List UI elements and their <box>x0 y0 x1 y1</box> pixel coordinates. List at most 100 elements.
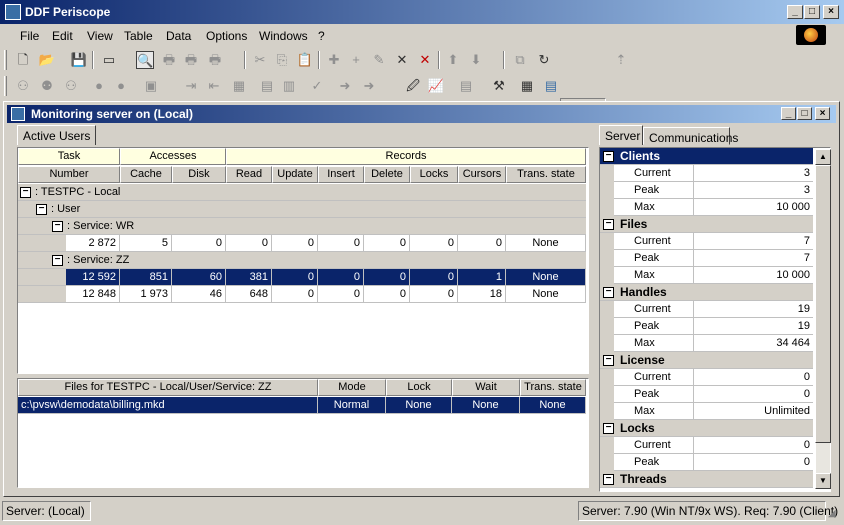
collapse-icon[interactable]: − <box>603 219 614 230</box>
window-icon[interactable]: ▭ <box>100 51 118 69</box>
properties-scrollbar[interactable]: ▲ ▼ <box>815 149 831 489</box>
property-value[interactable]: 7 <box>694 233 813 250</box>
cell-insert[interactable]: 0 <box>318 269 364 286</box>
collapse-icon[interactable]: − <box>603 287 614 298</box>
refresh-icon[interactable]: ↻ <box>535 51 553 69</box>
cell-locks[interactable]: 0 <box>410 235 458 252</box>
col-lock[interactable]: Lock <box>386 379 452 396</box>
menu-help[interactable]: ? <box>318 29 325 43</box>
cell-number[interactable]: 2 872 <box>66 235 120 252</box>
goto-icon[interactable]: ⇡ <box>612 51 630 69</box>
property-value[interactable]: 3 <box>694 182 813 199</box>
cell-delete[interactable]: 0 <box>364 269 410 286</box>
col-wait[interactable]: Wait <box>452 379 520 396</box>
cell-cursors[interactable]: 1 <box>458 269 506 286</box>
col-update[interactable]: Update <box>272 166 318 183</box>
forward-icon[interactable]: ➜ <box>336 77 354 95</box>
col-cursors[interactable]: Cursors <box>458 166 506 183</box>
cell-cache[interactable]: 1 973 <box>120 286 172 303</box>
move-up-icon[interactable]: ⬆ <box>444 51 462 69</box>
minimize-button[interactable]: _ <box>787 5 803 19</box>
col-read[interactable]: Read <box>226 166 272 183</box>
report-icon[interactable]: ▤ <box>457 77 475 95</box>
child-minimize-button[interactable]: _ <box>781 107 796 120</box>
col-number[interactable]: Number <box>18 166 120 183</box>
collapse-icon[interactable]: − <box>603 355 614 366</box>
tab-communications[interactable]: Communications <box>643 127 738 145</box>
property-value[interactable]: 19 <box>694 318 813 335</box>
cell-cursors[interactable]: 0 <box>458 235 506 252</box>
person-remove-icon[interactable]: ● <box>112 77 130 95</box>
property-value[interactable]: 19 <box>694 301 813 318</box>
section-handles[interactable]: − Handles <box>600 284 813 301</box>
edit-record-icon[interactable]: ✎ <box>370 51 388 69</box>
layout-icon[interactable]: ▤ <box>542 77 560 95</box>
tree-node-user[interactable]: − : User <box>18 201 586 218</box>
col-files-trans-state[interactable]: Trans. state <box>520 379 586 396</box>
property-value[interactable]: Unlimited <box>694 403 813 420</box>
cell-locks[interactable]: 0 <box>410 269 458 286</box>
col-cache[interactable]: Cache <box>120 166 172 183</box>
print-all-icon[interactable]: 🖶 <box>206 51 224 69</box>
server-icon[interactable]: ▣ <box>142 77 160 95</box>
col-mode[interactable]: Mode <box>318 379 386 396</box>
add-record-icon[interactable]: ✚ <box>325 51 343 69</box>
cell-number[interactable]: 12 592 <box>66 269 120 286</box>
cell-insert[interactable]: 0 <box>318 235 364 252</box>
section-locks[interactable]: − Locks <box>600 420 813 437</box>
scroll-up-icon[interactable]: ▲ <box>815 149 831 165</box>
paste-icon[interactable]: 📋 <box>296 51 314 69</box>
group-icon[interactable]: ⚉ <box>38 77 56 95</box>
cell-update[interactable]: 0 <box>272 286 318 303</box>
cell-wait[interactable]: None <box>452 397 520 414</box>
cell-read[interactable]: 648 <box>226 286 272 303</box>
property-value[interactable]: 0 <box>694 386 813 403</box>
cell-cache[interactable]: 851 <box>120 269 172 286</box>
cell-update[interactable]: 0 <box>272 269 318 286</box>
property-value[interactable]: 0 <box>694 369 813 386</box>
section-files[interactable]: − Files <box>600 216 813 233</box>
section-license[interactable]: − License <box>600 352 813 369</box>
filter-icon[interactable]: ▦ <box>230 77 248 95</box>
collapse-icon[interactable]: − <box>36 204 47 215</box>
tools-icon[interactable]: ⚒ <box>490 77 508 95</box>
check-icon[interactable]: ✓ <box>308 77 326 95</box>
menu-file[interactable]: File <box>20 29 39 43</box>
properties-icon[interactable]: ▦ <box>518 77 536 95</box>
cell-cursors[interactable]: 18 <box>458 286 506 303</box>
cell-locks[interactable]: 0 <box>410 286 458 303</box>
collapse-icon[interactable]: − <box>20 187 31 198</box>
scroll-down-icon[interactable]: ▼ <box>815 473 831 489</box>
col-disk[interactable]: Disk <box>172 166 226 183</box>
cell-insert[interactable]: 0 <box>318 286 364 303</box>
collapse-icon[interactable]: − <box>52 255 63 266</box>
cell-cache[interactable]: 5 <box>120 235 172 252</box>
cell-delete[interactable]: 0 <box>364 235 410 252</box>
menu-edit[interactable]: Edit <box>52 29 73 43</box>
collapse-icon[interactable]: − <box>52 221 63 232</box>
property-value[interactable]: 0 <box>694 454 813 471</box>
close-button[interactable]: × <box>823 5 839 19</box>
forward-list-icon[interactable]: ➜ <box>360 77 378 95</box>
print-preview-icon[interactable]: 🔍 <box>136 51 154 69</box>
delete-all-icon[interactable]: ✕ <box>416 51 434 69</box>
col-delete[interactable]: Delete <box>364 166 410 183</box>
duplicate-icon[interactable]: ⧉ <box>511 51 529 69</box>
col-insert[interactable]: Insert <box>318 166 364 183</box>
import-icon[interactable]: ⇥ <box>182 77 200 95</box>
print-setup-icon[interactable]: 🖶 <box>182 51 200 69</box>
tree-node-service-zz[interactable]: − : Service: ZZ <box>18 252 586 269</box>
cell-file-trans-state[interactable]: None <box>520 397 586 414</box>
insert-record-icon[interactable]: + <box>347 51 365 69</box>
property-value[interactable]: 0 <box>694 437 813 454</box>
menu-data[interactable]: Data <box>166 29 191 43</box>
col-locks[interactable]: Locks <box>410 166 458 183</box>
property-value[interactable]: 34 464 <box>694 335 813 352</box>
new-icon[interactable]: 🗋 <box>14 51 32 69</box>
property-value[interactable]: 10 000 <box>694 267 813 284</box>
tree-node-computer[interactable]: − : TESTPC - Local <box>18 184 586 201</box>
menu-windows[interactable]: Windows <box>259 29 308 43</box>
section-clients[interactable]: − Clients <box>600 148 813 165</box>
cell-read[interactable]: 381 <box>226 269 272 286</box>
save-icon[interactable]: 💾 <box>70 51 88 69</box>
